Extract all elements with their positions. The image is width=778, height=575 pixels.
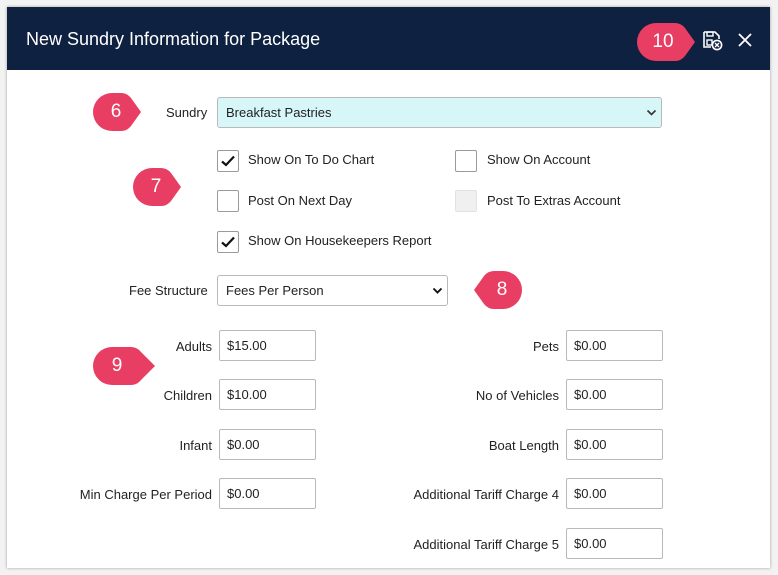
children-input[interactable]: [219, 379, 316, 410]
checkmark-icon: [221, 155, 235, 167]
children-label: Children: [163, 388, 212, 403]
dialog-title: New Sundry Information for Package: [26, 29, 321, 49]
tariff-charge-5-label: Additional Tariff Charge 5: [413, 537, 559, 552]
infant-input[interactable]: [219, 429, 316, 460]
show-housekeepers-label: Show On Housekeepers Report: [248, 233, 432, 248]
post-next-day-label: Post On Next Day: [248, 193, 353, 208]
sundry-select[interactable]: Breakfast Pastries: [217, 97, 662, 128]
adults-label: Adults: [175, 339, 212, 354]
boat-length-input[interactable]: [566, 429, 663, 460]
show-on-todo-label: Show On To Do Chart: [248, 152, 375, 167]
min-charge-label: Min Charge Per Period: [79, 487, 212, 502]
sundry-label: Sundry: [166, 105, 208, 120]
sundry-dialog: New Sundry Information for Package 10 6 …: [7, 7, 770, 568]
tariff-charge-4-label: Additional Tariff Charge 4: [413, 487, 559, 502]
show-on-account-checkbox[interactable]: [455, 150, 477, 172]
vehicles-label: No of Vehicles: [475, 388, 559, 403]
sundry-value: Breakfast Pastries: [226, 105, 332, 120]
chevron-down-icon: [432, 287, 443, 294]
callout-10: 10: [637, 23, 695, 61]
callout-6: 6: [93, 93, 141, 131]
tariff-charge-4-input[interactable]: [566, 478, 663, 509]
checkmark-icon: [221, 236, 235, 248]
post-next-day-checkbox[interactable]: [217, 190, 239, 212]
close-icon[interactable]: [736, 31, 754, 49]
tariff-charge-5-input[interactable]: [566, 528, 663, 559]
fee-structure-label: Fee Structure: [129, 283, 208, 298]
boat-length-label: Boat Length: [488, 438, 559, 453]
show-on-account-label: Show On Account: [487, 152, 591, 167]
save-icon[interactable]: [701, 29, 723, 51]
adults-input[interactable]: [219, 330, 316, 361]
callout-7: 7: [133, 168, 181, 206]
show-on-todo-checkbox[interactable]: [217, 150, 239, 172]
fee-structure-select[interactable]: Fees Per Person: [217, 275, 448, 306]
infant-label: Infant: [179, 438, 212, 453]
vehicles-input[interactable]: [566, 379, 663, 410]
fee-structure-value: Fees Per Person: [226, 283, 324, 298]
callout-8: 8: [460, 271, 522, 309]
post-extras-checkbox: [455, 190, 477, 212]
min-charge-input[interactable]: [219, 478, 316, 509]
show-housekeepers-checkbox[interactable]: [217, 231, 239, 253]
dialog-titlebar: New Sundry Information for Package 10: [7, 7, 770, 70]
callout-9: 9: [93, 347, 155, 385]
post-extras-label: Post To Extras Account: [487, 193, 621, 208]
chevron-down-icon: [646, 109, 657, 116]
pets-label: Pets: [532, 339, 559, 354]
pets-input[interactable]: [566, 330, 663, 361]
